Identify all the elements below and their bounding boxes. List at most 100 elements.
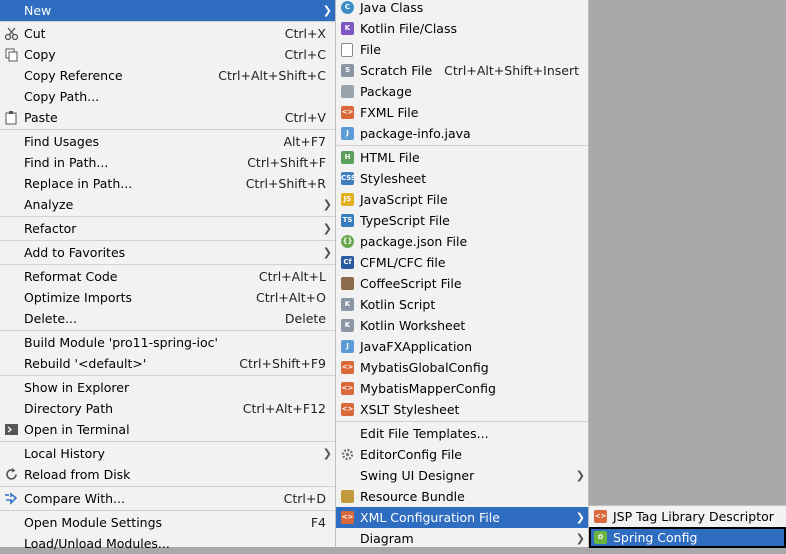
menu-item-load-unload-modules[interactable]: Load/Unload Modules... bbox=[0, 533, 335, 554]
menu-item-reformat-code[interactable]: Reformat Code Ctrl+Alt+L bbox=[0, 266, 335, 287]
submenu-arrow-icon: ❯ bbox=[322, 198, 332, 211]
file-icon bbox=[341, 43, 353, 57]
menu-item-label: Show in Explorer bbox=[24, 380, 130, 395]
menu-item-find-usages[interactable]: Find Usages Alt+F7 bbox=[0, 131, 335, 152]
separator bbox=[0, 510, 335, 511]
menu-item-local-history[interactable]: Local History ❯ bbox=[0, 443, 335, 464]
separator bbox=[0, 129, 335, 130]
menu-item-label: Copy Reference bbox=[24, 68, 123, 83]
submenu-arrow-icon: ❯ bbox=[322, 4, 332, 17]
menu-item-cfml-file[interactable]: Cf CFML/CFC file bbox=[336, 252, 588, 273]
menu-item-analyze[interactable]: Analyze ❯ bbox=[0, 194, 335, 215]
submenu-arrow-icon: ❯ bbox=[575, 469, 585, 482]
menu-item-delete[interactable]: Delete... Delete bbox=[0, 308, 335, 329]
menu-item-mybatis-global-config[interactable]: <> MybatisGlobalConfig bbox=[336, 357, 588, 378]
menu-item-javascript-file[interactable]: JS JavaScript File bbox=[336, 189, 588, 210]
shortcut-label: Ctrl+Alt+L bbox=[258, 269, 326, 284]
menu-item-label: TypeScript File bbox=[360, 213, 450, 228]
menu-item-label: Build Module 'pro11-spring-ioc' bbox=[24, 335, 218, 350]
menu-item-label: HTML File bbox=[360, 150, 420, 165]
menu-item-label: package-info.java bbox=[360, 126, 471, 141]
menu-item-stylesheet[interactable]: CSS Stylesheet bbox=[336, 168, 588, 189]
menu-item-label: package.json File bbox=[360, 234, 468, 249]
menu-item-typescript-file[interactable]: TS TypeScript File bbox=[336, 210, 588, 231]
menu-item-resource-bundle[interactable]: Resource Bundle bbox=[336, 486, 588, 507]
menu-item-label: Reload from Disk bbox=[24, 467, 131, 482]
menu-item-label: JavaScript File bbox=[360, 192, 448, 207]
menu-item-scratch-file[interactable]: S Scratch File Ctrl+Alt+Shift+Insert bbox=[336, 60, 588, 81]
html-icon: H bbox=[341, 151, 354, 164]
menu-item-label: Swing UI Designer bbox=[360, 468, 475, 483]
menu-item-label: FXML File bbox=[360, 105, 419, 120]
menu-item-package-json[interactable]: {} package.json File bbox=[336, 231, 588, 252]
xml-file-icon: <> bbox=[341, 511, 354, 524]
menu-item-package[interactable]: Package bbox=[336, 81, 588, 102]
reload-icon bbox=[4, 467, 19, 482]
shortcut-label: Ctrl+Shift+F9 bbox=[239, 356, 326, 371]
menu-item-kotlin-worksheet[interactable]: K Kotlin Worksheet bbox=[336, 315, 588, 336]
submenu-arrow-icon: ❯ bbox=[575, 511, 585, 524]
menu-item-jsp-tag-library-descriptor[interactable]: <> JSP Tag Library Descriptor bbox=[589, 506, 786, 527]
menu-item-copy-reference[interactable]: Copy Reference Ctrl+Alt+Shift+C bbox=[0, 65, 335, 86]
menu-item-xml-configuration-file[interactable]: <> XML Configuration File ❯ bbox=[336, 507, 588, 528]
menu-item-kotlin-file[interactable]: K Kotlin File/Class bbox=[336, 18, 588, 39]
menu-item-label: Stylesheet bbox=[360, 171, 427, 186]
menu-item-label: Paste bbox=[24, 110, 58, 125]
menu-item-paste[interactable]: Paste Ctrl+V bbox=[0, 107, 335, 128]
menu-item-label: JSP Tag Library Descriptor bbox=[613, 509, 774, 524]
menu-item-build-module[interactable]: Build Module 'pro11-spring-ioc' bbox=[0, 332, 335, 353]
menu-item-edit-file-templates[interactable]: Edit File Templates... bbox=[336, 423, 588, 444]
menu-item-label: File bbox=[360, 42, 381, 57]
menu-item-cut[interactable]: Cut Ctrl+X bbox=[0, 23, 335, 44]
menu-item-coffeescript-file[interactable]: CoffeeScript File bbox=[336, 273, 588, 294]
menu-item-mybatis-mapper-config[interactable]: <> MybatisMapperConfig bbox=[336, 378, 588, 399]
menu-item-open-module-settings[interactable]: Open Module Settings F4 bbox=[0, 512, 335, 533]
submenu-arrow-icon: ❯ bbox=[575, 532, 585, 545]
menu-item-copy[interactable]: Copy Ctrl+C bbox=[0, 44, 335, 65]
menu-item-find-in-path[interactable]: Find in Path... Ctrl+Shift+F bbox=[0, 152, 335, 173]
menu-item-diagram[interactable]: Diagram ❯ bbox=[336, 528, 588, 549]
menu-item-file[interactable]: File bbox=[336, 39, 588, 60]
menu-item-swing-ui-designer[interactable]: Swing UI Designer ❯ bbox=[336, 465, 588, 486]
menu-item-kotlin-script[interactable]: K Kotlin Script bbox=[336, 294, 588, 315]
package-folder-icon bbox=[341, 85, 354, 98]
shortcut-label: Ctrl+V bbox=[284, 110, 326, 125]
menu-item-label: Kotlin Script bbox=[360, 297, 436, 312]
menu-item-spring-config[interactable]: ✿ Spring Config bbox=[589, 527, 786, 548]
menu-item-replace-in-path[interactable]: Replace in Path... Ctrl+Shift+R bbox=[0, 173, 335, 194]
menu-item-label: MybatisGlobalConfig bbox=[360, 360, 489, 375]
fxml-icon: <> bbox=[341, 106, 354, 119]
menu-item-show-in-explorer[interactable]: Show in Explorer bbox=[0, 377, 335, 398]
menu-item-reload-from-disk[interactable]: Reload from Disk bbox=[0, 464, 335, 485]
scratch-file-icon: S bbox=[341, 64, 354, 77]
menu-item-label: Package bbox=[360, 84, 412, 99]
menu-item-refactor[interactable]: Refactor ❯ bbox=[0, 218, 335, 239]
menu-item-open-in-terminal[interactable]: Open in Terminal bbox=[0, 419, 335, 440]
menu-item-java-class[interactable]: C Java Class bbox=[336, 0, 588, 18]
menu-item-rebuild[interactable]: Rebuild '<default>' Ctrl+Shift+F9 bbox=[0, 353, 335, 374]
typescript-icon: TS bbox=[341, 214, 354, 227]
menu-item-editorconfig-file[interactable]: EditorConfig File bbox=[336, 444, 588, 465]
menu-item-html-file[interactable]: H HTML File bbox=[336, 147, 588, 168]
menu-item-javafx-application[interactable]: J JavaFXApplication bbox=[336, 336, 588, 357]
menu-item-label: Directory Path bbox=[24, 401, 114, 416]
separator bbox=[0, 21, 335, 22]
menu-item-fxml-file[interactable]: <> FXML File bbox=[336, 102, 588, 123]
menu-item-directory-path[interactable]: Directory Path Ctrl+Alt+F12 bbox=[0, 398, 335, 419]
menu-item-package-info[interactable]: J package-info.java bbox=[336, 123, 588, 144]
shortcut-label: F4 bbox=[310, 515, 326, 530]
menu-item-add-to-favorites[interactable]: Add to Favorites ❯ bbox=[0, 242, 335, 263]
menu-item-copy-path[interactable]: Copy Path... bbox=[0, 86, 335, 107]
copy-icon bbox=[4, 47, 19, 62]
kotlin-worksheet-icon: K bbox=[341, 319, 354, 332]
separator bbox=[0, 216, 335, 217]
coffeescript-icon bbox=[341, 277, 354, 290]
menu-item-xslt-stylesheet[interactable]: <> XSLT Stylesheet bbox=[336, 399, 588, 420]
cfml-icon: Cf bbox=[341, 256, 354, 269]
menu-item-new[interactable]: New ❯ bbox=[0, 0, 335, 21]
menu-item-compare-with[interactable]: Compare With... Ctrl+D bbox=[0, 488, 335, 509]
kotlin-script-icon: K bbox=[341, 298, 354, 311]
shortcut-label: Ctrl+Alt+F12 bbox=[242, 401, 326, 416]
menu-item-label: Diagram bbox=[360, 531, 414, 546]
menu-item-optimize-imports[interactable]: Optimize Imports Ctrl+Alt+O bbox=[0, 287, 335, 308]
